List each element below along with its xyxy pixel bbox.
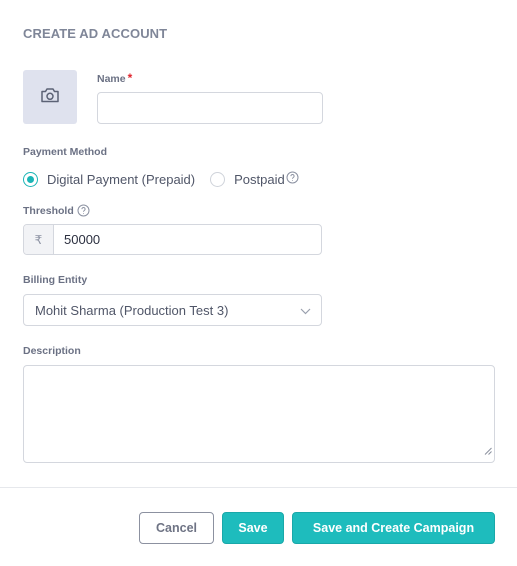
question-circle-icon[interactable] [77, 204, 90, 217]
payment-method-label: Payment Method [23, 146, 108, 158]
radio-postpaid[interactable] [210, 171, 226, 187]
description-label: Description [23, 345, 81, 357]
required-marker: * [127, 71, 133, 85]
footer-divider [0, 487, 517, 488]
threshold-label: Threshold [23, 204, 90, 217]
save-and-create-campaign-button[interactable]: Save and Create Campaign [292, 512, 495, 544]
description-textarea[interactable] [23, 365, 495, 463]
radio-postpaid-label[interactable]: Postpaid [234, 172, 285, 187]
dialog-title: CREATE AD ACCOUNT [23, 26, 168, 41]
cancel-button[interactable]: Cancel [139, 512, 214, 544]
save-button[interactable]: Save [222, 512, 284, 544]
name-label: Name * [97, 71, 132, 85]
name-input[interactable] [97, 92, 323, 124]
billing-entity-select[interactable]: Mohit Sharma (Production Test 3) [23, 294, 322, 326]
chevron-down-icon [300, 303, 311, 318]
resize-handle-icon[interactable] [484, 442, 492, 460]
name-label-text: Name [97, 73, 126, 85]
camera-icon [40, 86, 60, 109]
threshold-label-text: Threshold [23, 204, 74, 217]
radio-digital-payment[interactable] [23, 171, 38, 187]
billing-entity-value: Mohit Sharma (Production Test 3) [35, 302, 229, 318]
threshold-value[interactable]: 50000 [54, 225, 100, 254]
billing-entity-label: Billing Entity [23, 274, 88, 286]
threshold-input[interactable]: ₹ 50000 [23, 224, 322, 255]
avatar-upload[interactable] [23, 70, 77, 124]
payment-method-radio-group: Digital Payment (Prepaid) Postpaid [23, 169, 299, 189]
currency-prefix: ₹ [24, 225, 54, 254]
question-circle-icon[interactable] [286, 171, 299, 184]
radio-digital-payment-label[interactable]: Digital Payment (Prepaid) [47, 172, 195, 187]
